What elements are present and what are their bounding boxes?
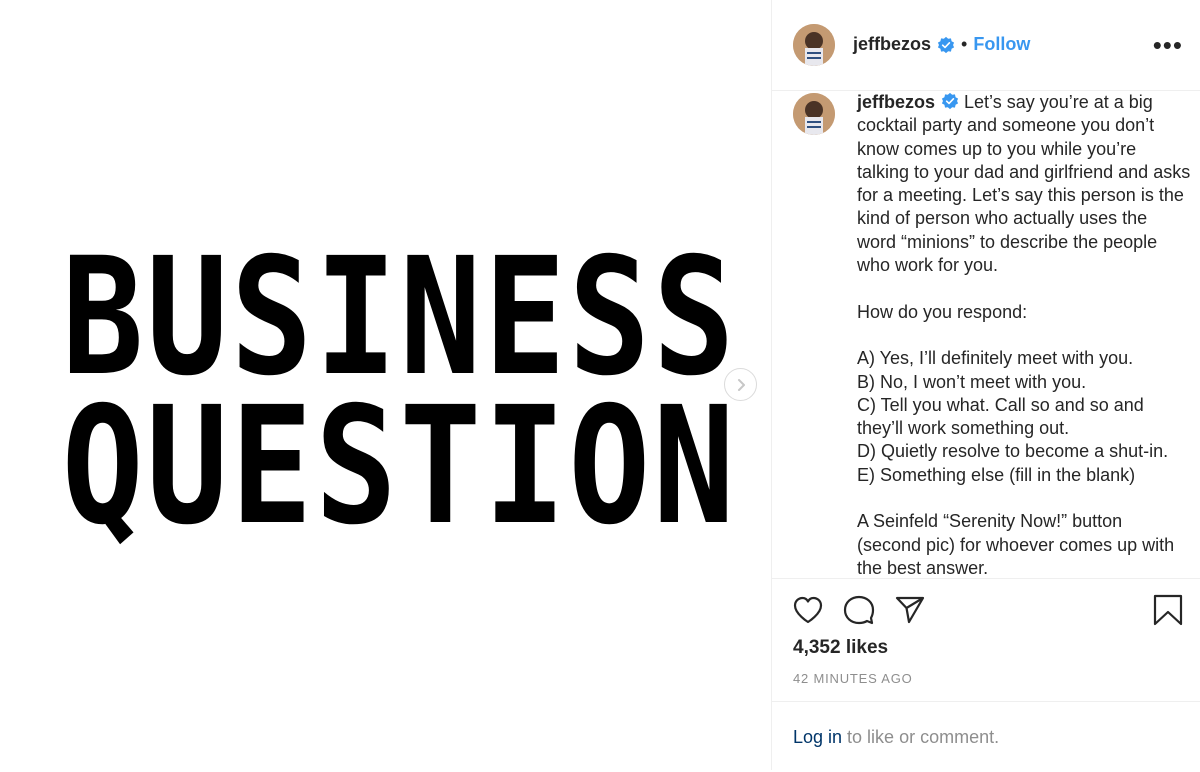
- caption-username[interactable]: jeffbezos: [857, 92, 935, 112]
- share-button[interactable]: [894, 594, 926, 631]
- caption-section: jeffbezos Let’s say you’re at a big cock…: [772, 91, 1200, 578]
- next-image-button[interactable]: [724, 368, 757, 401]
- post-timestamp[interactable]: 42 MINUTES AGO: [793, 671, 913, 686]
- post-header: jeffbezos • Follow •••: [772, 0, 1200, 91]
- separator-dot: •: [961, 34, 968, 54]
- verified-badge-icon: [941, 92, 959, 110]
- caption-avatar[interactable]: [793, 93, 835, 135]
- paper-plane-icon: [895, 596, 925, 624]
- caption-text: Let’s say you’re at a big cocktail party…: [857, 92, 1191, 578]
- chevron-right-icon: [737, 378, 745, 391]
- login-rest-text: to like or comment.: [842, 727, 1000, 747]
- header-username[interactable]: jeffbezos: [853, 34, 931, 55]
- header-user: jeffbezos • Follow: [853, 34, 1030, 55]
- comment-button[interactable]: [843, 594, 875, 631]
- follow-button[interactable]: Follow: [973, 34, 1030, 55]
- more-options-icon[interactable]: •••: [1153, 32, 1183, 58]
- bookmark-icon: [1153, 594, 1183, 626]
- login-text: Log in to like or comment.: [793, 727, 999, 748]
- save-button[interactable]: [1152, 594, 1184, 631]
- avatar-image: [793, 93, 835, 135]
- likes-count[interactable]: 4,352 likes: [793, 637, 888, 659]
- image-text-line2: QUESTION: [61, 373, 738, 561]
- post-media: BUSINESS QUESTION: [0, 0, 771, 770]
- like-button[interactable]: [792, 594, 824, 631]
- post-side-panel: jeffbezos • Follow ••• jeffbezos Let’s s…: [771, 0, 1200, 770]
- avatar[interactable]: [793, 24, 835, 66]
- comment-icon: [843, 595, 875, 625]
- post-actions: 4,352 likes 42 MINUTES AGO Log in to lik…: [772, 578, 1200, 771]
- heart-icon: [793, 596, 823, 624]
- avatar-image: [793, 24, 835, 66]
- login-link[interactable]: Log in: [793, 727, 842, 747]
- login-prompt: Log in to like or comment.: [772, 701, 1200, 772]
- caption-text-block: jeffbezos Let’s say you’re at a big cock…: [857, 91, 1191, 578]
- verified-badge-icon: [937, 36, 955, 53]
